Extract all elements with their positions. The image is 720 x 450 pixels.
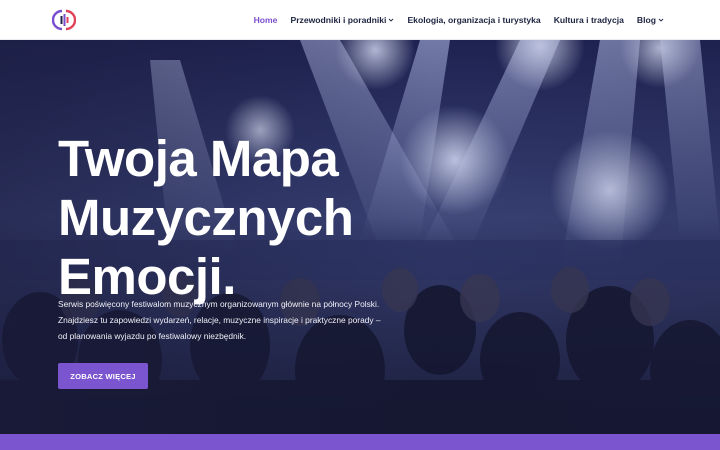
chevron-down-icon (658, 18, 664, 22)
hero-description: Serwis poświęcony festiwalom muzycznym o… (58, 299, 381, 341)
nav-item-guides[interactable]: Przewodniki i poradniki (290, 15, 394, 25)
hero-title-line: Twoja Mapa (58, 130, 339, 187)
hero-title-line: Muzycznych (58, 189, 354, 246)
nav-label: Blog (636, 15, 656, 25)
section-divider-bar (0, 434, 720, 450)
nav-item-ecology[interactable]: Ekologia, organizacja i turystyka (407, 15, 540, 25)
nav-item-home[interactable]: Home (254, 15, 278, 25)
music-map-logo-icon[interactable] (51, 9, 77, 31)
hero-title: Twoja Mapa Muzycznych Emocji. (58, 129, 418, 306)
nav-label: Home (253, 15, 278, 25)
nav-item-blog[interactable]: Blog (637, 15, 664, 25)
site-header: Home Przewodniki i poradniki Ekologia, o… (0, 0, 720, 40)
hero-section: Twoja Mapa Muzycznych Emocji. Serwis poś… (0, 40, 720, 434)
main-navigation: Home Przewodniki i poradniki Ekologia, o… (254, 0, 664, 40)
nav-label: Ekologia, organizacja i turystyka (407, 15, 541, 25)
chevron-down-icon (389, 18, 394, 22)
see-more-button[interactable]: ZOBACZ WIĘCEJ (58, 363, 148, 389)
nav-item-culture[interactable]: Kultura i tradycja (554, 15, 624, 25)
nav-label: Przewodniki i poradniki (290, 15, 387, 25)
nav-label: Kultura i tradycja (553, 15, 624, 25)
